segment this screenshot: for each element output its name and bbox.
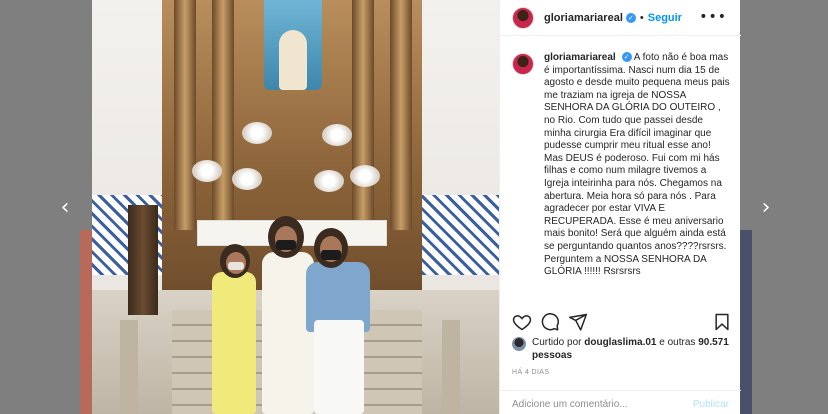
follow-button[interactable]: Seguir <box>648 12 682 24</box>
backdrop-right <box>740 0 828 414</box>
avatar[interactable] <box>512 6 534 29</box>
previous-post-arrow-icon[interactable]: ‹ <box>55 196 75 220</box>
azulejo-tiles-right <box>414 195 499 275</box>
caption-avatar[interactable] <box>512 53 534 75</box>
post-sidebar: gloriamariareal ✓ • Seguir ••• gloriamar… <box>499 0 741 414</box>
liker-avatar[interactable] <box>512 337 526 351</box>
likes-mid: e outras <box>656 337 699 348</box>
next-post-arrow-icon[interactable]: › <box>756 196 776 220</box>
bookmark-icon[interactable] <box>712 312 732 332</box>
pedestal <box>128 205 158 315</box>
comment-icon[interactable] <box>540 312 560 332</box>
action-bar <box>512 312 732 332</box>
background-thumbnail-left <box>80 230 92 414</box>
caption-verified-badge-icon: ✓ <box>621 52 632 63</box>
girl-yellow-dress <box>212 272 256 414</box>
post-timestamp[interactable]: HÁ 4 DIAS <box>512 369 549 376</box>
separator-dot: • <box>639 11 644 24</box>
statue <box>279 30 307 90</box>
white-skirt <box>314 320 364 414</box>
backdrop-left <box>0 0 92 414</box>
caption-username[interactable]: gloriamariareal <box>544 52 616 63</box>
publish-button[interactable]: Publicar <box>693 399 729 410</box>
post-header: gloriamariareal ✓ • Seguir ••• <box>500 0 741 36</box>
post-photo[interactable] <box>92 0 499 414</box>
liked-by-user-link[interactable]: douglaslima.01 <box>584 337 656 348</box>
username[interactable]: gloriamariareal <box>544 12 623 24</box>
share-icon[interactable] <box>568 312 588 332</box>
heart-icon[interactable] <box>512 312 532 332</box>
more-options-icon[interactable]: ••• <box>699 9 727 25</box>
post-caption: gloriamariareal ✓ A foto não é boa mas é… <box>512 52 734 279</box>
background-thumbnail-right <box>740 230 752 414</box>
verified-badge-icon: ✓ <box>625 12 636 23</box>
likes-prefix: Curtido por <box>532 337 585 348</box>
comment-bar: Publicar <box>500 390 741 414</box>
likes-summary: Curtido por douglaslima.01 e outras 90.5… <box>512 337 734 362</box>
caption-body: A foto não é boa mas é importantíssima. … <box>544 52 730 278</box>
comment-input[interactable] <box>512 397 682 411</box>
post-modal: gloriamariareal ✓ • Seguir ••• gloriamar… <box>92 0 741 414</box>
